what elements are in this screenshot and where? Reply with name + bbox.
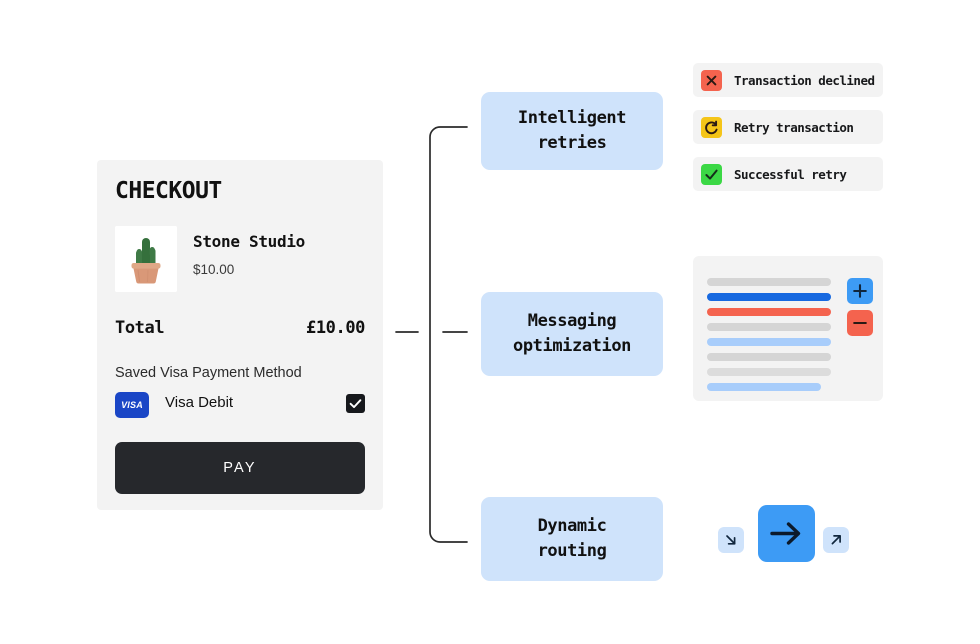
minus-icon bbox=[847, 310, 873, 336]
feature-line-2: routing bbox=[537, 541, 607, 561]
visa-logo-icon: VISA bbox=[115, 392, 149, 418]
product-line-item: Stone Studio $10.00 bbox=[115, 226, 365, 292]
arrow-down-right-icon bbox=[718, 527, 744, 553]
message-bar bbox=[707, 368, 831, 376]
message-bar bbox=[707, 278, 831, 286]
feature-line-1: Messaging bbox=[527, 311, 617, 332]
cactus-in-pot-image bbox=[115, 226, 177, 292]
message-bar bbox=[707, 353, 831, 361]
message-bar bbox=[707, 293, 831, 301]
product-name: Stone Studio bbox=[193, 232, 305, 251]
visa-logo-text: VISA bbox=[121, 400, 143, 410]
route-right-button[interactable] bbox=[758, 505, 815, 562]
status-row-successful-retry: Successful retry bbox=[693, 157, 883, 191]
message-bar bbox=[707, 338, 831, 346]
message-bar bbox=[707, 383, 821, 391]
feature-box-dynamic-routing[interactable]: Dynamic routing bbox=[481, 497, 663, 581]
refresh-icon bbox=[701, 116, 722, 138]
total-value: £10.00 bbox=[305, 318, 365, 338]
plus-icon bbox=[847, 278, 873, 304]
status-row-retry-transaction: Retry transaction bbox=[693, 110, 883, 144]
status-label: Successful retry bbox=[734, 166, 847, 182]
message-bar bbox=[707, 308, 831, 316]
message-bar bbox=[707, 323, 831, 331]
diagram-canvas: CHECKOUT Stone Studio $10.00 Total £10.0… bbox=[0, 0, 980, 644]
saved-payment-method-label: Saved Visa Payment Method bbox=[115, 365, 302, 381]
product-price: $10.00 bbox=[193, 262, 235, 277]
arrow-right-icon bbox=[758, 505, 815, 562]
dynamic-routing-panel bbox=[718, 505, 863, 573]
total-label: Total bbox=[115, 318, 165, 338]
route-up-right-button[interactable] bbox=[823, 527, 849, 553]
feature-line-1: Dynamic bbox=[537, 516, 607, 537]
increase-button[interactable] bbox=[847, 278, 873, 304]
status-label: Retry transaction bbox=[734, 119, 854, 135]
messaging-optimization-panel bbox=[693, 256, 883, 401]
route-down-right-button[interactable] bbox=[718, 527, 744, 553]
decrease-button[interactable] bbox=[847, 310, 873, 336]
arrow-up-right-icon bbox=[823, 527, 849, 553]
feature-line-1: Intelligent bbox=[517, 108, 627, 129]
retry-status-list: Transaction declined Retry transaction S… bbox=[693, 63, 883, 204]
payment-method-row[interactable]: VISA Visa Debit bbox=[115, 392, 365, 424]
feature-box-intelligent-retries[interactable]: Intelligent retries bbox=[481, 92, 663, 170]
checkout-card: CHECKOUT Stone Studio $10.00 Total £10.0… bbox=[97, 160, 383, 510]
bracket-connector bbox=[390, 110, 480, 560]
message-bars-list bbox=[707, 278, 831, 398]
feature-box-messaging-optimization[interactable]: Messaging optimization bbox=[481, 292, 663, 376]
close-x-icon bbox=[701, 69, 722, 91]
payment-method-name: Visa Debit bbox=[165, 394, 234, 411]
feature-box-label: Intelligent retries bbox=[517, 106, 627, 155]
feature-line-2: optimization bbox=[512, 336, 632, 356]
pay-button[interactable]: PAY bbox=[115, 442, 365, 494]
total-row: Total £10.00 bbox=[115, 318, 365, 342]
feature-box-label: Dynamic routing bbox=[538, 514, 607, 563]
status-label: Transaction declined bbox=[734, 72, 875, 88]
payment-method-checkbox[interactable] bbox=[346, 394, 365, 413]
feature-box-label: Messaging optimization bbox=[513, 309, 631, 358]
checkmark-icon bbox=[701, 163, 722, 185]
checkout-title: CHECKOUT bbox=[115, 178, 222, 204]
status-row-transaction-declined: Transaction declined bbox=[693, 63, 883, 97]
feature-line-2: retries bbox=[537, 133, 607, 153]
